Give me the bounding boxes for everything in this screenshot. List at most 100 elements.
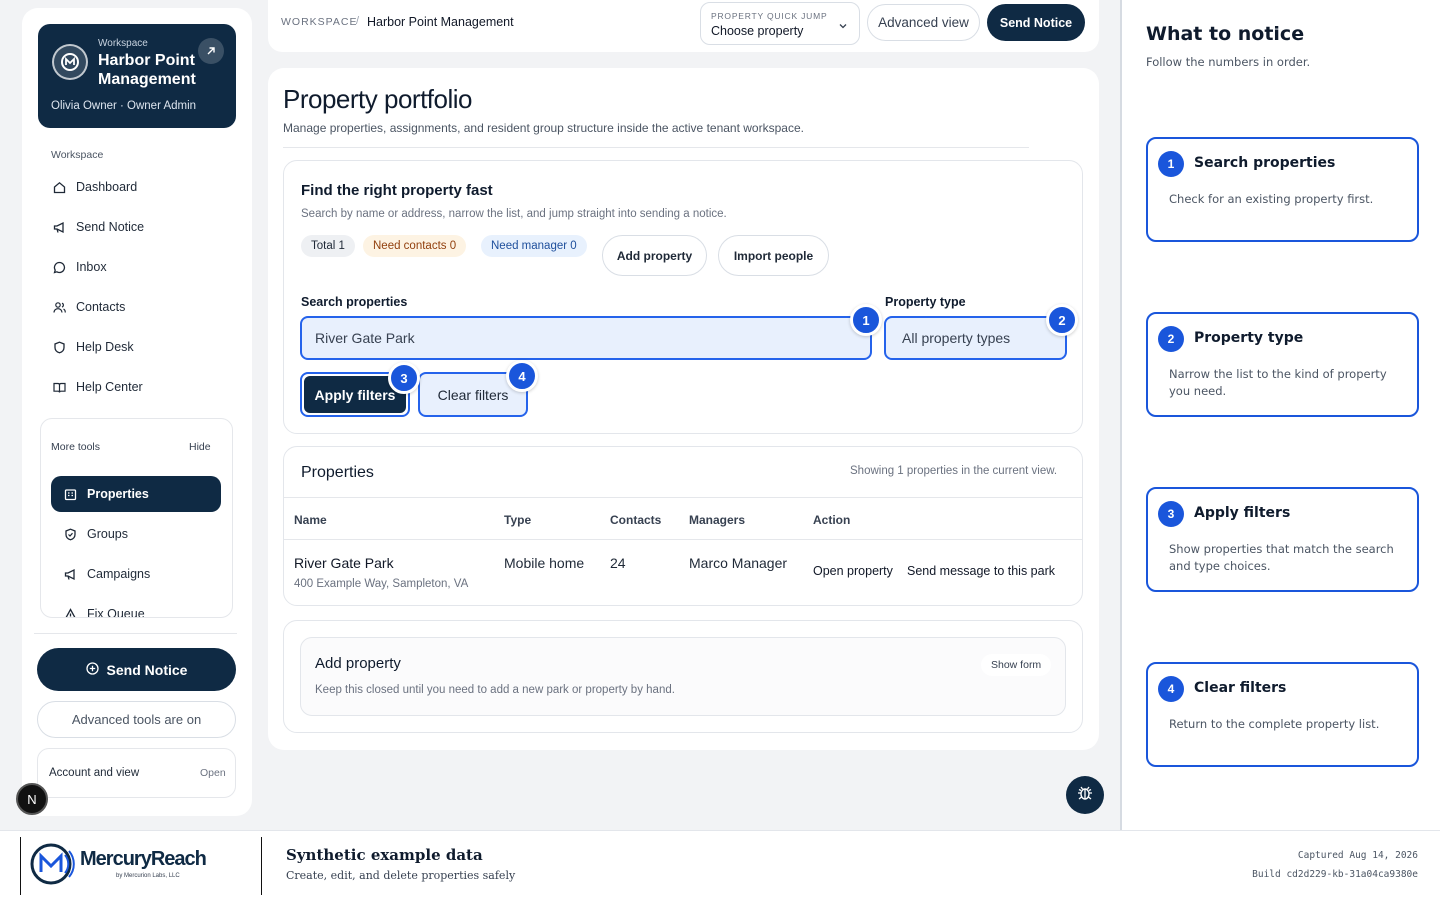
step-desc: Show properties that match the search an… <box>1169 542 1394 573</box>
add-property-desc: Keep this closed until you need to add a… <box>315 684 675 696</box>
step-title: Search properties <box>1194 155 1336 171</box>
property-type-value: All property types <box>902 330 1011 346</box>
footer: MercuryReach by Mercurion Labs, LLC Synt… <box>0 830 1440 900</box>
guide-step-2: 2 Property type Narrow the list to the k… <box>1146 312 1419 417</box>
search-label: Search properties <box>301 295 408 309</box>
nav-label: Help Desk <box>76 340 134 354</box>
column-header-name[interactable]: Name <box>294 513 327 527</box>
add-property-card: Add property Keep this closed until you … <box>283 620 1083 733</box>
warning-icon <box>63 607 77 617</box>
guide-panel: What to notice Follow the numbers in ord… <box>1120 0 1440 830</box>
tool-label: Campaigns <box>87 567 151 581</box>
tool-item-fix-queue[interactable]: Fix Queue <box>51 596 221 618</box>
nav-label: Help Center <box>76 380 143 394</box>
column-header-contacts[interactable]: Contacts <box>610 513 661 527</box>
top-bar: WORKSPACE / Harbor Point Management PROP… <box>268 0 1099 52</box>
column-header-type[interactable]: Type <box>504 513 531 527</box>
account-label: Account and view <box>49 767 140 779</box>
workspace-card[interactable]: Workspace Harbor Point Management Olivia… <box>38 24 236 128</box>
footer-subtitle: Create, edit, and delete properties safe… <box>286 869 516 882</box>
workspace-user: Olivia Owner · Owner Admin <box>51 100 197 112</box>
guide-title: What to notice <box>1146 23 1305 45</box>
need-manager-badge: Need manager 0 <box>481 235 587 257</box>
property-contacts: 24 <box>610 555 626 571</box>
nav-label: Inbox <box>76 260 107 274</box>
open-property-link[interactable]: Open property <box>813 564 893 578</box>
workspace-label: Workspace <box>98 38 148 49</box>
advanced-tools-toggle[interactable]: Advanced tools are on <box>37 701 236 738</box>
property-name[interactable]: River Gate Park <box>294 555 394 571</box>
step-number: 1 <box>1158 151 1184 177</box>
step-number: 2 <box>1158 326 1184 352</box>
guide-step-4: 4 Clear filters Return to the complete p… <box>1146 662 1419 767</box>
footer-title: Synthetic example data <box>286 846 483 864</box>
tool-label: Fix Queue <box>87 607 145 618</box>
advanced-view-button[interactable]: Advanced view <box>867 4 980 41</box>
step-title: Clear filters <box>1194 680 1287 696</box>
home-icon <box>52 180 66 194</box>
finder-title: Find the right property fast <box>301 182 493 199</box>
nav-item-help-desk[interactable]: Help Desk <box>52 335 232 359</box>
property-type-select[interactable]: All property types <box>884 316 1067 360</box>
workspace-name: Harbor Point Management <box>98 52 196 88</box>
megaphone-icon <box>52 220 66 234</box>
column-header-action: Action <box>813 513 851 527</box>
property-quick-jump-select[interactable]: PROPERTY QUICK JUMP Choose property <box>700 2 860 45</box>
tool-item-campaigns[interactable]: Campaigns <box>51 556 221 592</box>
sidebar-send-notice-button[interactable]: Send Notice <box>37 648 236 691</box>
step-title: Property type <box>1194 330 1304 346</box>
more-tools-panel: More tools Hide Properties Groups Campai… <box>40 418 233 618</box>
megaphone-icon <box>63 567 77 581</box>
tool-item-properties[interactable]: Properties <box>51 476 221 512</box>
divider <box>261 837 262 895</box>
nav-label: Contacts <box>76 300 126 314</box>
chat-bubble-icon <box>52 260 66 274</box>
quick-jump-label: PROPERTY QUICK JUMP <box>711 11 828 21</box>
people-icon <box>52 300 66 314</box>
property-managers: Marco Manager <box>689 555 788 571</box>
bug-report-button[interactable] <box>1066 776 1104 814</box>
page-title: Property portfolio <box>283 84 472 114</box>
search-input[interactable]: River Gate Park <box>300 316 872 360</box>
properties-table-card: Properties Showing 1 properties in the c… <box>283 446 1083 606</box>
send-message-link[interactable]: Send message to this park <box>907 564 1055 578</box>
import-people-button[interactable]: Import people <box>718 235 829 276</box>
nav-item-contacts[interactable]: Contacts <box>52 295 232 319</box>
show-form-button[interactable]: Show form <box>981 654 1052 676</box>
external-link-icon[interactable] <box>198 38 224 64</box>
brand-sub: by Mercurion Labs, LLC <box>116 873 180 879</box>
add-property-title: Add property <box>315 655 401 672</box>
more-tools-label: More tools <box>51 441 101 453</box>
step-badge-2: 2 <box>1046 304 1078 336</box>
breadcrumb-root[interactable]: WORKSPACE <box>281 16 357 28</box>
nav-item-send-notice[interactable]: Send Notice <box>52 215 232 239</box>
nav-item-dashboard[interactable]: Dashboard <box>52 175 232 199</box>
chevron-down-icon <box>838 18 848 36</box>
send-notice-label: Send Notice <box>106 661 188 678</box>
table-row: River Gate Park 400 Example Way, Samplet… <box>284 540 1082 605</box>
tool-item-groups[interactable]: Groups <box>51 516 221 552</box>
property-type-label: Property type <box>885 295 966 309</box>
guide-step-3: 3 Apply filters Show properties that mat… <box>1146 487 1419 592</box>
nav-item-inbox[interactable]: Inbox <box>52 255 232 279</box>
tool-label: Properties <box>87 487 149 501</box>
divider <box>20 837 21 895</box>
step-title: Apply filters <box>1194 505 1291 521</box>
avatar[interactable]: N <box>16 783 48 815</box>
build-id: Build cd2d229-kb-31a04ca9380e <box>1252 869 1418 880</box>
property-address: 400 Example Way, Sampleton, VA <box>294 578 469 590</box>
nav-item-help-center[interactable]: Help Center <box>52 375 232 399</box>
account-open-link[interactable]: Open <box>200 767 226 779</box>
quick-jump-value: Choose property <box>711 24 804 38</box>
total-count-badge: Total 1 <box>301 235 355 257</box>
account-and-view-row[interactable]: Account and view Open <box>37 748 236 798</box>
top-send-notice-button[interactable]: Send Notice <box>987 4 1085 41</box>
need-contacts-badge: Need contacts 0 <box>363 235 467 257</box>
column-header-managers[interactable]: Managers <box>689 513 745 527</box>
plus-circle-icon <box>85 661 99 678</box>
step-desc: Return to the complete property list. <box>1169 717 1380 731</box>
properties-count-text: Showing 1 properties in the current view… <box>850 465 1058 477</box>
add-property-button[interactable]: Add property <box>602 235 707 276</box>
hide-tools-button[interactable]: Hide <box>189 441 211 453</box>
step-badge-1: 1 <box>850 304 882 336</box>
